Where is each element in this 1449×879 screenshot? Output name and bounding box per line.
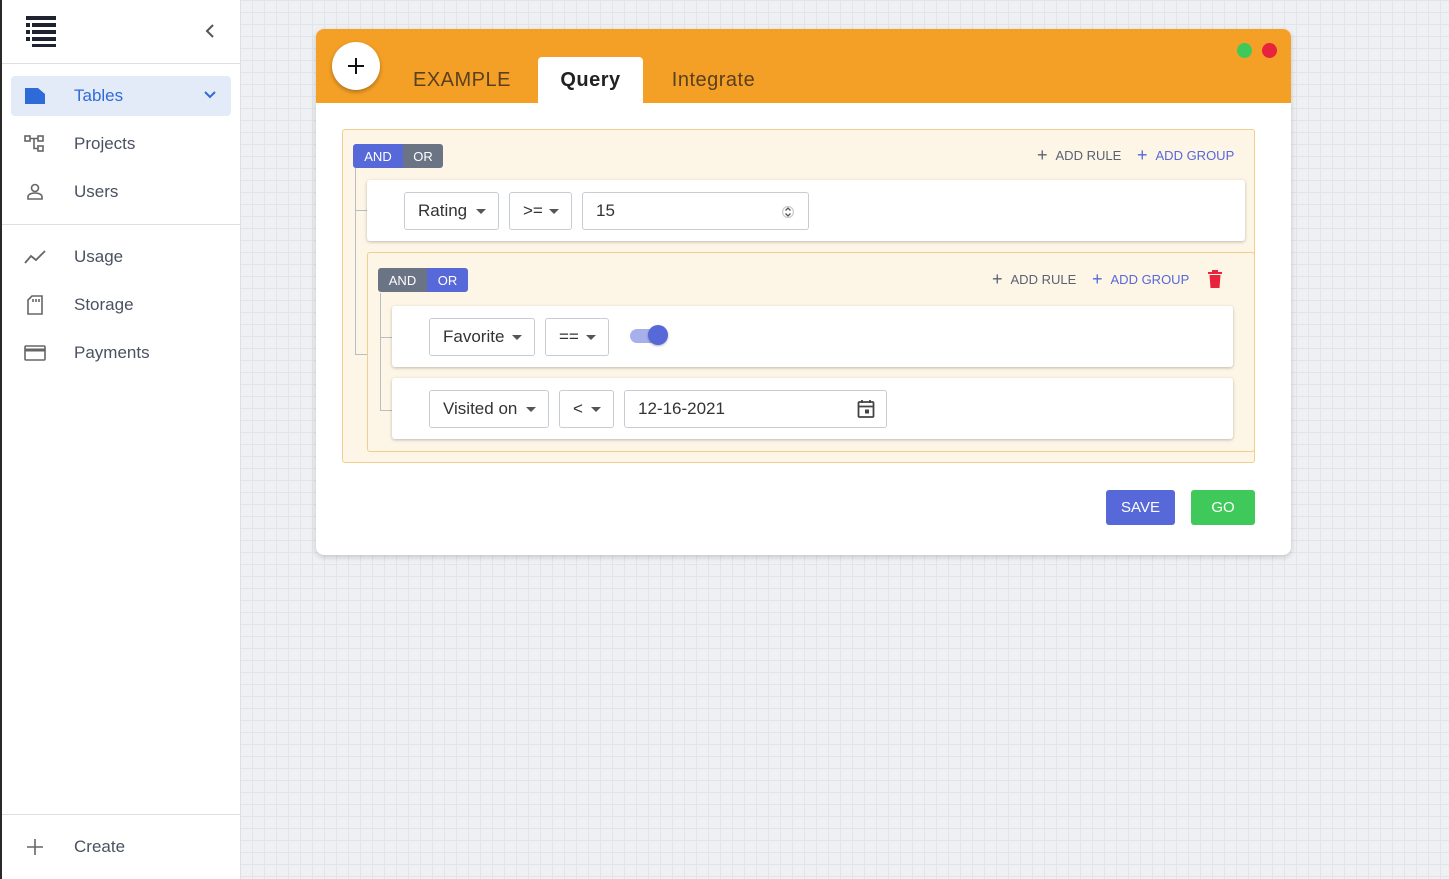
sidebar-item-projects[interactable]: Projects	[11, 124, 231, 164]
sd-card-icon	[24, 295, 46, 315]
number-spinner-icon[interactable]	[782, 204, 794, 220]
hierarchy-icon	[24, 134, 46, 154]
value-date-text: 12-16-2021	[638, 399, 725, 418]
sidebar-divider	[2, 63, 241, 64]
tab-integrate[interactable]: Integrate	[661, 57, 766, 103]
plus-icon: +	[1092, 269, 1103, 289]
field-select-value: Visited on	[443, 399, 518, 418]
add-rule-button[interactable]: + ADD RULE	[992, 270, 1076, 288]
plus-icon: +	[992, 269, 1003, 289]
toggle-thumb	[648, 325, 668, 345]
plus-icon: +	[1037, 145, 1048, 165]
value-number-text: 15	[596, 201, 615, 220]
add-group-label: ADD GROUP	[1110, 271, 1190, 287]
or-button[interactable]: OR	[427, 268, 468, 292]
tree-connector	[380, 293, 392, 338]
line-chart-icon	[24, 247, 46, 267]
operator-select[interactable]: >=	[509, 192, 572, 230]
field-select[interactable]: Favorite	[429, 318, 535, 356]
sidebar-item-label: Projects	[74, 134, 136, 153]
query-rule: Favorite ==	[392, 306, 1233, 367]
sidebar-item-label: Tables	[74, 86, 124, 105]
operator-select-value: <	[573, 399, 583, 418]
tab-example[interactable]: EXAMPLE	[402, 57, 522, 103]
app-logo-icon	[26, 16, 56, 47]
sidebar-item-label: Usage	[74, 247, 124, 266]
query-rule: Visited on < 12-16-2021	[392, 378, 1233, 439]
query-group-nested: AND OR + ADD RULE + ADD GROUP Favorite =…	[367, 252, 1255, 452]
add-group-label: ADD GROUP	[1155, 147, 1235, 163]
caret-down-icon	[512, 335, 522, 340]
sidebar-item-label: Storage	[74, 295, 134, 314]
plus-icon	[24, 837, 46, 857]
sidebar-item-create[interactable]: Create	[11, 827, 231, 867]
caret-down-icon	[476, 209, 486, 214]
value-toggle-switch[interactable]	[630, 325, 668, 345]
tree-connector	[355, 210, 367, 355]
delete-group-icon[interactable]	[1208, 270, 1222, 288]
chevron-down-icon[interactable]	[203, 88, 217, 102]
sidebar-item-label: Users	[74, 182, 119, 201]
sidebar-item-payments[interactable]: Payments	[11, 333, 231, 373]
tree-connector	[380, 337, 392, 411]
chevron-left-icon	[205, 24, 214, 38]
operator-select-value: ==	[559, 327, 579, 346]
field-select[interactable]: Visited on	[429, 390, 549, 428]
panel-header: EXAMPLE Query Integrate	[316, 29, 1291, 103]
caret-down-icon	[526, 407, 536, 412]
sidebar: Tables Projects Users Usage Storage Paym…	[0, 0, 241, 879]
sidebar-item-label: Payments	[74, 343, 150, 362]
and-button[interactable]: AND	[378, 268, 427, 292]
sidebar-divider	[2, 814, 241, 815]
caret-down-icon	[549, 209, 559, 214]
sidebar-item-usage[interactable]: Usage	[11, 237, 231, 277]
save-button[interactable]: SAVE	[1106, 490, 1175, 525]
add-rule-button[interactable]: + ADD RULE	[1037, 146, 1121, 164]
sidebar-item-label: Create	[74, 837, 126, 856]
table-icon	[24, 86, 46, 106]
value-number-input[interactable]: 15	[582, 192, 809, 230]
sidebar-item-tables[interactable]: Tables	[11, 76, 231, 116]
go-button[interactable]: GO	[1191, 490, 1255, 525]
add-button[interactable]	[332, 42, 380, 90]
plus-icon: +	[1137, 145, 1148, 165]
user-icon	[24, 182, 46, 202]
operator-select[interactable]: ==	[545, 318, 609, 356]
query-group-root: AND OR + ADD RULE + ADD GROUP Rating >= …	[342, 129, 1255, 463]
add-group-button[interactable]: + ADD GROUP	[1092, 270, 1189, 288]
operator-select-value: >=	[523, 201, 543, 220]
tab-query[interactable]: Query	[538, 57, 643, 103]
credit-card-icon	[24, 343, 46, 363]
status-dot-green[interactable]	[1237, 43, 1252, 58]
tree-connector	[355, 168, 367, 211]
conjunction-toggle: AND OR	[378, 268, 468, 292]
sidebar-item-users[interactable]: Users	[11, 172, 231, 212]
add-group-button[interactable]: + ADD GROUP	[1137, 146, 1234, 164]
caret-down-icon	[591, 407, 601, 412]
sidebar-header	[2, 0, 240, 63]
collapse-sidebar-button[interactable]	[198, 18, 222, 44]
field-select-value: Rating	[418, 201, 468, 220]
plus-icon	[348, 58, 364, 74]
field-select-value: Favorite	[443, 327, 505, 346]
operator-select[interactable]: <	[559, 390, 614, 428]
calendar-icon[interactable]	[857, 399, 875, 419]
value-date-input[interactable]: 12-16-2021	[624, 390, 887, 428]
sidebar-divider	[2, 224, 241, 225]
or-button[interactable]: OR	[403, 144, 443, 168]
field-select[interactable]: Rating	[404, 192, 499, 230]
close-dot-red[interactable]	[1262, 43, 1277, 58]
add-rule-label: ADD RULE	[1010, 271, 1077, 287]
and-button[interactable]: AND	[353, 144, 403, 168]
query-panel: EXAMPLE Query Integrate AND OR + ADD RUL…	[316, 29, 1291, 555]
caret-down-icon	[586, 335, 596, 340]
sidebar-item-storage[interactable]: Storage	[11, 285, 231, 325]
conjunction-toggle: AND OR	[353, 144, 443, 168]
add-rule-label: ADD RULE	[1055, 147, 1122, 163]
query-rule: Rating >= 15	[367, 180, 1245, 241]
